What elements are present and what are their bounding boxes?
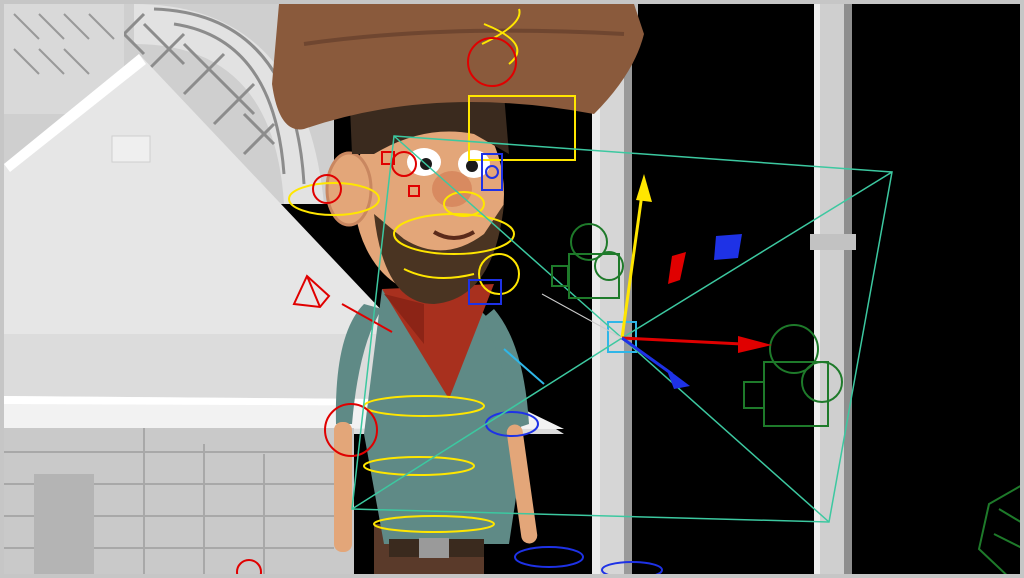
plane-handle-icon[interactable] xyxy=(714,234,742,260)
move-z-arrow-icon[interactable] xyxy=(666,368,690,389)
viewport-3d-scene[interactable] xyxy=(4,4,1024,578)
maya-viewport-panel[interactable] xyxy=(0,0,1024,578)
plane-handle-icon[interactable] xyxy=(668,252,686,284)
move-x-axis[interactable] xyxy=(621,336,743,346)
move-y-arrow-icon[interactable] xyxy=(636,174,652,202)
camera-wireframe-edge[interactable] xyxy=(977,484,1024,578)
move-manipulator[interactable] xyxy=(541,174,772,389)
set-pillars xyxy=(586,4,856,574)
move-x-arrow-icon[interactable] xyxy=(738,336,772,353)
